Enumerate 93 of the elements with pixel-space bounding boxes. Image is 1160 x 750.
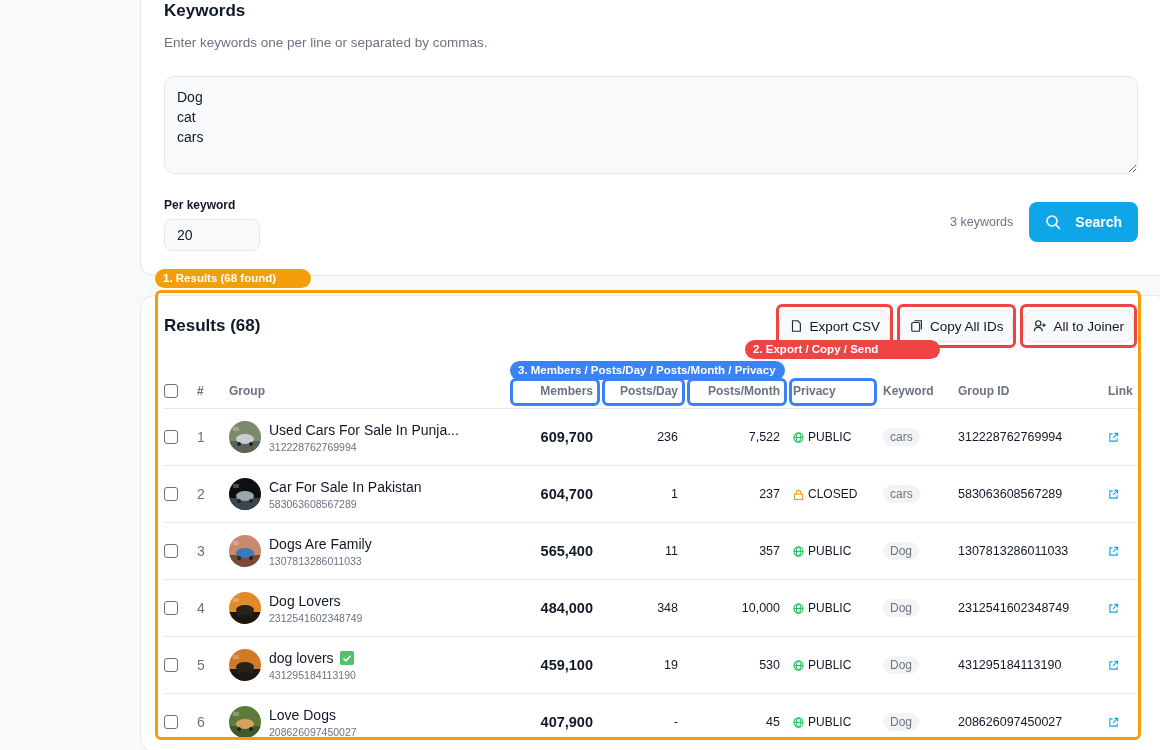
posts-per-day: 11 [665,544,678,558]
column-header: Posts/Day [619,384,678,398]
posts-per-day: - [673,715,678,729]
group-id: 2312541602348749 [269,611,363,624]
external-link-icon[interactable] [1108,545,1119,557]
action-button[interactable]: All to Joiner [1023,310,1134,342]
column-header: Group [229,384,265,398]
keywords-field[interactable]: Dog cat cars [164,76,1138,174]
keyword-count: 3 keywords [950,215,1014,229]
group-id: 583063608567289 [269,497,358,510]
annotation-label: 3. Members / Posts/Day / Posts/Month / Privacy [510,361,785,380]
group-id: 208626097450027 [958,715,1063,729]
group-name: dog lovers [269,649,334,666]
members-count: 565,400 [540,543,593,559]
external-link-icon[interactable] [1108,602,1119,614]
members-count: 484,000 [540,600,593,616]
keyword-tag: cars [883,428,920,446]
group-id: 312228762769994 [269,440,358,453]
privacy-status: PUBLIC [808,715,852,729]
section-hint: Enter keywords one per line or separated by commas. [164,34,489,52]
posts-per-month: 237 [759,487,780,501]
group-id: 431295184113190 [269,668,356,681]
column-header: Link [1108,384,1133,398]
keyword-tag: Dog [883,656,919,674]
members-count: 407,900 [540,714,593,730]
row-number: 1 [197,429,205,445]
posts-per-month: 357 [759,544,780,558]
group-id: 208626097450027 [269,725,357,738]
row-number: 3 [197,543,205,559]
row-checkbox[interactable] [164,601,178,615]
column-header: Group ID [958,384,1010,398]
column-header: Members [540,384,593,398]
group-name: Used Cars For Sale In Punja... [269,421,459,438]
field-label: Per keyword [164,198,237,212]
row-number: 5 [197,657,205,673]
action-button[interactable]: Export CSV [779,310,890,342]
external-link-icon[interactable] [1108,716,1119,728]
row-checkbox[interactable] [164,715,178,729]
posts-per-month: 7,522 [748,430,780,444]
keyword-tag: Dog [883,713,919,731]
column-header: Posts/Month [708,384,780,398]
add-user-icon [1033,319,1048,333]
group-id: 431295184113190 [958,658,1062,672]
posts-per-day: 1 [671,487,678,501]
column-header: Privacy [793,384,836,398]
privacy-status: PUBLIC [808,601,852,615]
action-button[interactable]: Copy All IDs [899,310,1014,342]
group-name: Dog Lovers [269,592,341,609]
row-number: 4 [197,600,205,616]
members-count: 609,700 [540,429,593,445]
posts-per-month: 10,000 [741,601,780,615]
posts-per-day: 348 [657,601,678,615]
column-header: # [197,384,204,398]
row-checkbox[interactable] [164,430,178,444]
members-count: 459,100 [540,657,593,673]
privacy-status: CLOSED [808,487,858,501]
select-all-checkbox[interactable] [164,384,178,398]
external-link-icon[interactable] [1108,488,1119,500]
external-link-icon[interactable] [1108,431,1119,443]
row-number: 2 [197,486,205,502]
group-name: Love Dogs [269,706,336,723]
group-id: 2312541602348749 [958,601,1070,615]
results-title: Results (68) [164,316,261,336]
column-header: Keyword [883,384,934,398]
annotation-label: 2. Export / Copy / Send [745,340,940,359]
keyword-tag: Dog [883,542,919,560]
per-keyword-field[interactable]: 20 [164,219,260,251]
copy-icon [909,319,924,333]
posts-per-day: 19 [664,658,678,672]
group-id: 583063608567289 [958,487,1063,501]
search-icon [1045,214,1062,230]
group-id: 312228762769994 [958,430,1063,444]
group-name: Car For Sale In Pakistan [269,478,422,495]
posts-per-month: 530 [759,658,780,672]
keyword-tag: cars [883,485,920,503]
row-number: 6 [197,714,205,730]
posts-per-month: 45 [766,715,780,729]
external-link-icon[interactable] [1108,659,1119,671]
row-checkbox[interactable] [164,658,178,672]
privacy-status: PUBLIC [808,544,852,558]
members-count: 604,700 [540,486,593,502]
privacy-status: PUBLIC [808,658,852,672]
group-id: 1307813286011033 [958,544,1069,558]
row-checkbox[interactable] [164,544,178,558]
group-name: Dogs Are Family [269,535,372,552]
section-title: Keywords [164,0,247,22]
privacy-status: PUBLIC [808,430,852,444]
posts-per-day: 236 [657,430,678,444]
row-checkbox[interactable] [164,487,178,501]
keyword-tag: Dog [883,599,919,617]
annotation-label: 1. Results (68 found) [155,269,311,288]
document-icon [789,319,804,333]
group-id: 1307813286011033 [269,554,363,567]
